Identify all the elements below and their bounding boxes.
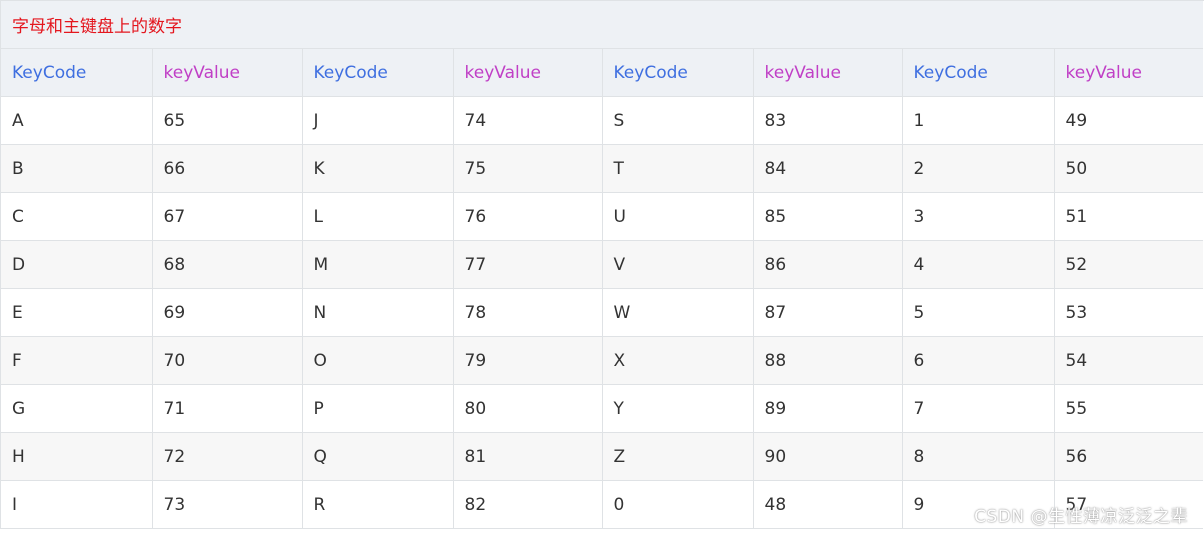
keycode-table: 字母和主键盘上的数字 KeyCode keyValue KeyCode keyV… — [1, 1, 1203, 529]
keyvalue-cell: 54 — [1054, 336, 1203, 385]
keycode-cell: U — [602, 192, 754, 241]
table-row: F 70 O 79 X 88 6 54 — [1, 336, 1203, 385]
keyvalue-cell: 77 — [453, 240, 603, 289]
keycode-cell: N — [302, 288, 454, 337]
table-row: H 72 Q 81 Z 90 8 56 — [1, 432, 1203, 481]
keycode-table-container: 字母和主键盘上的数字 KeyCode keyValue KeyCode keyV… — [0, 0, 1204, 529]
keycode-cell: O — [302, 336, 454, 385]
header-keycode: KeyCode — [902, 48, 1055, 97]
keycode-cell: J — [302, 96, 454, 145]
keyvalue-cell: 81 — [453, 432, 603, 481]
keycode-cell: A — [1, 96, 153, 145]
keycode-cell: 3 — [902, 192, 1055, 241]
keyvalue-cell: 73 — [152, 480, 303, 529]
keyvalue-cell: 50 — [1054, 144, 1203, 193]
table-title-row: 字母和主键盘上的数字 — [1, 1, 1203, 49]
keycode-cell: S — [602, 96, 754, 145]
header-keyvalue: keyValue — [152, 48, 303, 97]
table-row: C 67 L 76 U 85 3 51 — [1, 192, 1203, 241]
keycode-cell: K — [302, 144, 454, 193]
keyvalue-cell: 49 — [1054, 96, 1203, 145]
header-keyvalue: keyValue — [753, 48, 903, 97]
keycode-cell: H — [1, 432, 153, 481]
keyvalue-cell: 82 — [453, 480, 603, 529]
keyvalue-cell: 52 — [1054, 240, 1203, 289]
header-keycode: KeyCode — [602, 48, 754, 97]
keyvalue-cell: 79 — [453, 336, 603, 385]
keyvalue-cell: 48 — [753, 480, 903, 529]
table-row: D 68 M 77 V 86 4 52 — [1, 240, 1203, 289]
keycode-cell: D — [1, 240, 153, 289]
keyvalue-cell: 72 — [152, 432, 303, 481]
keycode-cell: 2 — [902, 144, 1055, 193]
keyvalue-cell: 74 — [453, 96, 603, 145]
keyvalue-cell: 75 — [453, 144, 603, 193]
keyvalue-cell: 89 — [753, 384, 903, 433]
keycode-cell: E — [1, 288, 153, 337]
keycode-cell: 1 — [902, 96, 1055, 145]
keyvalue-cell: 76 — [453, 192, 603, 241]
keycode-cell: G — [1, 384, 153, 433]
keyvalue-cell: 85 — [753, 192, 903, 241]
header-keyvalue: keyValue — [1054, 48, 1203, 97]
keyvalue-cell: 67 — [152, 192, 303, 241]
keycode-cell: L — [302, 192, 454, 241]
keycode-cell: X — [602, 336, 754, 385]
keyvalue-cell: 53 — [1054, 288, 1203, 337]
table-row: A 65 J 74 S 83 1 49 — [1, 96, 1203, 145]
keycode-cell: 7 — [902, 384, 1055, 433]
keycode-cell: M — [302, 240, 454, 289]
keyvalue-cell: 55 — [1054, 384, 1203, 433]
table-row: B 66 K 75 T 84 2 50 — [1, 144, 1203, 193]
keyvalue-cell: 90 — [753, 432, 903, 481]
keyvalue-cell: 66 — [152, 144, 303, 193]
keyvalue-cell: 71 — [152, 384, 303, 433]
keycode-cell: C — [1, 192, 153, 241]
header-keycode: KeyCode — [302, 48, 454, 97]
keycode-cell: V — [602, 240, 754, 289]
keyvalue-cell: 78 — [453, 288, 603, 337]
keyvalue-cell: 68 — [152, 240, 303, 289]
keyvalue-cell: 65 — [152, 96, 303, 145]
keyvalue-cell: 88 — [753, 336, 903, 385]
keycode-cell: W — [602, 288, 754, 337]
header-keyvalue: keyValue — [453, 48, 603, 97]
header-keycode: KeyCode — [1, 48, 153, 97]
csdn-watermark: CSDN @生性薄凉泛泛之辈 — [974, 507, 1188, 527]
keycode-cell: Y — [602, 384, 754, 433]
table-header-row: KeyCode keyValue KeyCode keyValue KeyCod… — [1, 48, 1203, 97]
keycode-cell: 8 — [902, 432, 1055, 481]
keyvalue-cell: 69 — [152, 288, 303, 337]
keycode-cell: Q — [302, 432, 454, 481]
keyvalue-cell: 51 — [1054, 192, 1203, 241]
keyvalue-cell: 86 — [753, 240, 903, 289]
keycode-cell: R — [302, 480, 454, 529]
keyvalue-cell: 87 — [753, 288, 903, 337]
keycode-cell: P — [302, 384, 454, 433]
table-row: G 71 P 80 Y 89 7 55 — [1, 384, 1203, 433]
keycode-cell: F — [1, 336, 153, 385]
keycode-cell: 0 — [602, 480, 754, 529]
keyvalue-cell: 56 — [1054, 432, 1203, 481]
keyvalue-cell: 83 — [753, 96, 903, 145]
table-row: E 69 N 78 W 87 5 53 — [1, 288, 1203, 337]
keycode-cell: T — [602, 144, 754, 193]
table-title: 字母和主键盘上的数字 — [1, 1, 1203, 49]
keycode-cell: 6 — [902, 336, 1055, 385]
keycode-cell: I — [1, 480, 153, 529]
keyvalue-cell: 70 — [152, 336, 303, 385]
keycode-cell: 5 — [902, 288, 1055, 337]
keyvalue-cell: 84 — [753, 144, 903, 193]
keycode-cell: Z — [602, 432, 754, 481]
keycode-cell: B — [1, 144, 153, 193]
keyvalue-cell: 80 — [453, 384, 603, 433]
keycode-cell: 4 — [902, 240, 1055, 289]
